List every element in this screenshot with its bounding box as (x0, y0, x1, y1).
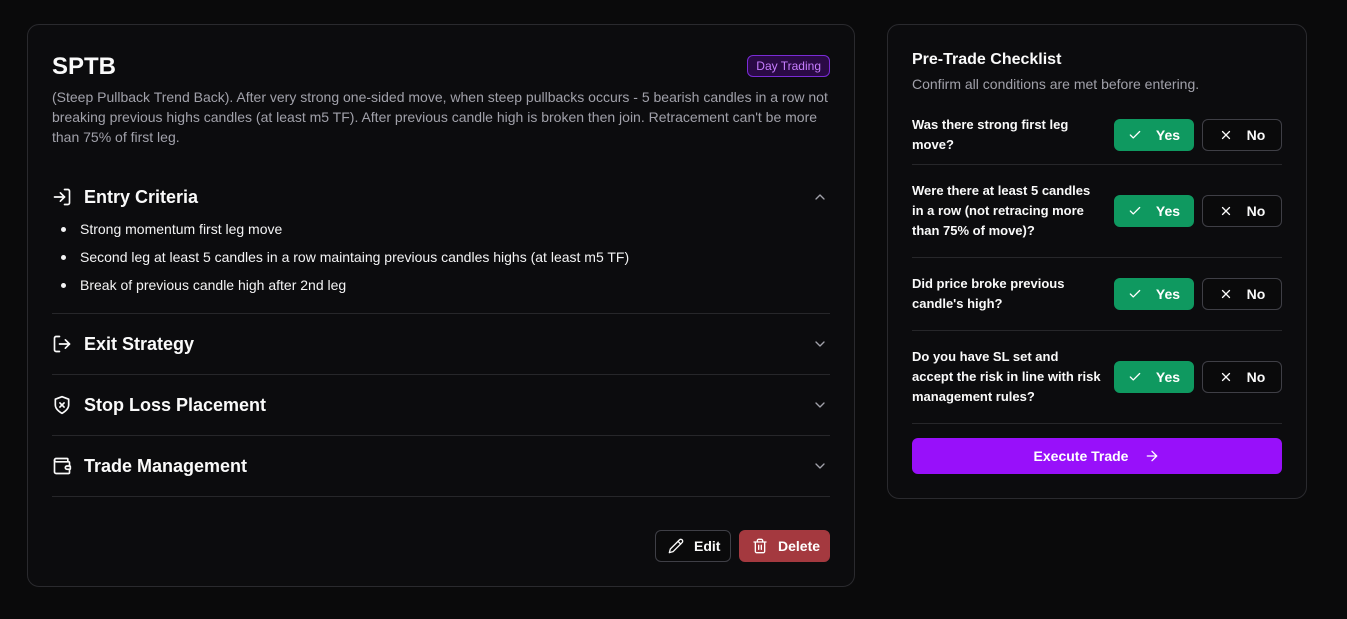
no-button[interactable]: No (1202, 195, 1282, 227)
chevron-down-icon (812, 336, 828, 352)
list-item: Break of previous candle high after 2nd … (52, 275, 830, 295)
logout-arrow-icon (52, 334, 72, 354)
edit-label: Edit (694, 538, 721, 554)
strategy-description: (Steep Pullback Trend Back). After very … (52, 89, 828, 145)
delete-button[interactable]: Delete (739, 530, 830, 562)
check-icon (1128, 370, 1142, 384)
close-icon (1219, 128, 1233, 142)
chevron-up-icon (812, 189, 828, 205)
section-title: Trade Management (84, 455, 248, 476)
pencil-icon (668, 538, 684, 554)
no-button[interactable]: No (1202, 278, 1282, 310)
yes-button[interactable]: Yes (1114, 278, 1194, 310)
strategy-card: SPTB Day Trading (Steep Pullback Trend B… (27, 24, 855, 587)
entry-criteria-list: Strong momentum first leg move Second le… (52, 219, 830, 313)
delete-label: Delete (778, 538, 821, 554)
answer-toggle: Yes No (1114, 118, 1282, 151)
checklist-question: Do you have SL set and accept the risk i… (912, 331, 1282, 424)
pre-trade-checklist-card: Pre-Trade Checklist Confirm all conditio… (887, 24, 1307, 499)
no-button[interactable]: No (1202, 118, 1282, 151)
arrow-right-icon (1144, 448, 1160, 464)
checklist-question: Was there strong first leg move? Yes No (912, 105, 1282, 165)
question-text: Were there at least 5 candles in a row (… (912, 183, 1091, 238)
no-label: No (1246, 286, 1266, 302)
yes-label: Yes (1155, 286, 1181, 302)
yes-button[interactable]: Yes (1114, 361, 1194, 393)
strategy-actions: Edit Delete (655, 530, 830, 562)
yes-button[interactable]: Yes (1114, 195, 1194, 227)
section-stop-loss: Stop Loss Placement (52, 375, 830, 436)
close-icon (1219, 370, 1233, 384)
wallet-icon (52, 456, 72, 476)
check-icon (1128, 287, 1142, 301)
list-item: Second leg at least 5 candles in a row m… (52, 247, 830, 267)
close-icon (1219, 287, 1233, 301)
no-label: No (1246, 369, 1266, 385)
section-exit-strategy-toggle[interactable]: Exit Strategy (52, 314, 830, 374)
trash-icon (752, 538, 768, 554)
check-icon (1128, 204, 1142, 218)
yes-button[interactable]: Yes (1114, 118, 1194, 151)
checklist-question: Did price broke previous candle's high? … (912, 258, 1282, 331)
section-trade-management: Trade Management (52, 436, 830, 497)
yes-label: Yes (1155, 203, 1181, 219)
answer-toggle: Yes No (1114, 361, 1282, 393)
question-text: Was there strong first leg move? (912, 116, 1069, 152)
answer-toggle: Yes No (1114, 195, 1282, 227)
section-trade-management-toggle[interactable]: Trade Management (52, 436, 830, 496)
question-text: Did price broke previous candle's high? (912, 276, 1065, 311)
section-title: Exit Strategy (84, 333, 195, 354)
answer-toggle: Yes No (1114, 278, 1282, 310)
no-label: No (1246, 203, 1266, 219)
strategy-header: SPTB Day Trading (52, 49, 830, 83)
category-badge: Day Trading (747, 55, 830, 77)
section-entry-criteria: Entry Criteria Strong momentum first leg… (52, 175, 830, 314)
section-title: Stop Loss Placement (84, 394, 267, 415)
yes-label: Yes (1155, 369, 1181, 385)
close-icon (1219, 204, 1233, 218)
no-button[interactable]: No (1202, 361, 1282, 393)
execute-label: Execute Trade (1033, 448, 1129, 464)
chevron-down-icon (812, 397, 828, 413)
list-item: Strong momentum first leg move (52, 219, 830, 239)
checklist-subtitle: Confirm all conditions are met before en… (912, 76, 1200, 92)
question-text: Do you have SL set and accept the risk i… (912, 349, 1101, 404)
no-label: No (1246, 126, 1266, 143)
checklist-question: Were there at least 5 candles in a row (… (912, 165, 1282, 258)
checklist-title: Pre-Trade Checklist (912, 51, 1062, 68)
section-exit-strategy: Exit Strategy (52, 314, 830, 375)
login-arrow-icon (52, 187, 72, 207)
shield-x-icon (52, 395, 72, 415)
check-icon (1128, 128, 1142, 142)
chevron-down-icon (812, 458, 828, 474)
section-entry-criteria-toggle[interactable]: Entry Criteria (52, 175, 830, 219)
section-title: Entry Criteria (84, 186, 199, 207)
section-stop-loss-toggle[interactable]: Stop Loss Placement (52, 375, 830, 435)
yes-label: Yes (1155, 126, 1181, 143)
edit-button[interactable]: Edit (655, 530, 731, 562)
execute-trade-button[interactable]: Execute Trade (912, 438, 1282, 474)
strategy-title: SPTB (52, 53, 117, 80)
